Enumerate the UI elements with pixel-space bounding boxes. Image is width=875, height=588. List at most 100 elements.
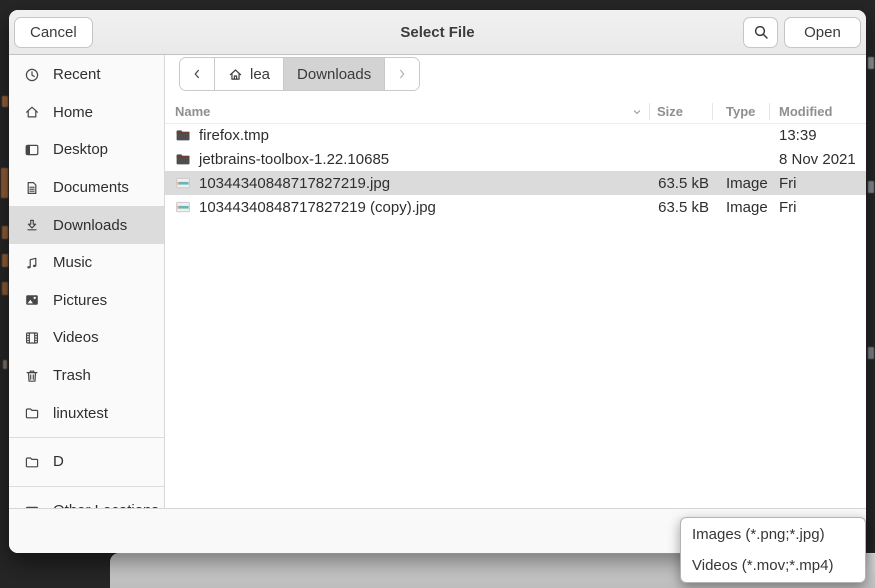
dialog-body: Recent Home Desktop Documents Downloads Music…	[9, 55, 866, 508]
file-row-jetbrains-toolbox-1-22-10685[interactable]: jetbrains-toolbox-1.22.10685 8 Nov 2021	[165, 147, 866, 171]
sidebar-item-videos[interactable]: Videos	[9, 319, 164, 357]
file-type: Image	[726, 195, 768, 219]
sidebar-item-label: Home	[53, 104, 93, 121]
back-button[interactable]	[180, 58, 215, 90]
sidebar-item-label: Recent	[53, 66, 101, 83]
videos-icon	[24, 330, 40, 346]
cancel-button[interactable]: Cancel	[14, 17, 93, 48]
sidebar-item-linuxtest[interactable]: linuxtest	[9, 394, 164, 432]
file-modified: 8 Nov 2021	[779, 147, 856, 171]
sidebar-item-desktop[interactable]: Desktop	[9, 131, 164, 169]
sidebar-item-label: D	[53, 453, 64, 470]
column-divider	[649, 103, 650, 120]
headerbar: Select File Cancel Open	[9, 10, 866, 55]
sidebar-item-trash[interactable]: Trash	[9, 357, 164, 395]
column-header-type[interactable]: Type	[726, 100, 755, 123]
downloads-icon	[24, 217, 40, 233]
sidebar-item-label: Pictures	[53, 292, 107, 309]
breadcrumb-label: lea	[250, 66, 270, 83]
backdrop-artifact	[868, 57, 874, 69]
file-modified: 13:39	[779, 123, 817, 147]
column-divider	[769, 103, 770, 120]
file-name: firefox.tmp	[199, 123, 269, 147]
file-size	[635, 147, 709, 171]
file-modified: Fri	[779, 171, 797, 195]
backdrop-artifact	[2, 254, 8, 267]
file-size	[635, 123, 709, 147]
screen: { "window": { "title": "Select File" }, …	[0, 0, 875, 587]
search-icon	[753, 24, 769, 40]
breadcrumb-segment-home[interactable]: lea	[215, 58, 284, 90]
folder-icon	[24, 405, 40, 421]
backdrop-artifact	[3, 360, 7, 369]
sidebar-item-other-locations[interactable]: Other Locations	[9, 492, 164, 508]
filter-option-images[interactable]: Images (*.png;*.jpg)	[681, 519, 865, 550]
drive-icon	[24, 502, 40, 508]
backdrop-artifact	[868, 181, 874, 193]
folder-file-icon	[175, 151, 191, 167]
sidebar-item-recent[interactable]: Recent	[9, 56, 164, 94]
folder-icon	[24, 454, 40, 470]
pictures-icon	[24, 292, 40, 308]
filter-option-videos[interactable]: Videos (*.mov;*.mp4)	[681, 550, 865, 581]
file-size: 63.5 kB	[635, 195, 709, 219]
sidebar-item-music[interactable]: Music	[9, 244, 164, 282]
folder-file-icon	[175, 127, 191, 143]
home-icon	[228, 67, 243, 82]
file-list: firefox.tmp13:39jetbrains-toolbox-1.22.1…	[165, 123, 866, 219]
image-file-icon	[175, 199, 191, 215]
breadcrumb-label: Downloads	[297, 66, 371, 83]
file-row-10344340848717827219-jpg[interactable]: 10344340848717827219.jpg 63.5 kB Image Fri	[165, 171, 866, 195]
path-bar: lea Downloads	[179, 57, 420, 91]
column-header-size[interactable]: Size	[657, 100, 683, 123]
sidebar-item-pictures[interactable]: Pictures	[9, 282, 164, 320]
sidebar-item-home[interactable]: Home	[9, 94, 164, 132]
home-icon	[24, 104, 40, 120]
file-type-filter-popup: Images (*.png;*.jpg)Videos (*.mov;*.mp4)	[680, 517, 866, 583]
music-icon	[24, 255, 40, 271]
file-pane: lea Downloads Name Size	[165, 55, 866, 508]
file-name: 10344340848717827219.jpg	[199, 171, 390, 195]
chevron-right-icon	[395, 67, 409, 81]
image-file-icon	[175, 175, 191, 191]
sidebar-item-d[interactable]: D	[9, 443, 164, 481]
sidebar-separator	[9, 486, 164, 487]
breadcrumb-segment-downloads[interactable]: Downloads	[284, 58, 385, 90]
backdrop-artifact	[868, 347, 874, 359]
sidebar-item-downloads[interactable]: Downloads	[9, 206, 164, 244]
sidebar-item-label: Trash	[53, 367, 91, 384]
column-header-name[interactable]: Name	[175, 100, 210, 123]
sidebar-item-label: Documents	[53, 179, 129, 196]
file-chooser-dialog: Select File Cancel Open Recent Home Deskto…	[9, 10, 866, 553]
backdrop-artifact	[1, 168, 8, 198]
trash-icon	[24, 368, 40, 384]
backdrop-artifact	[2, 226, 8, 239]
recent-icon	[24, 67, 40, 83]
file-row-10344340848717827219-copy-jpg[interactable]: 10344340848717827219 (copy).jpg 63.5 kB Im…	[165, 195, 866, 219]
file-modified: Fri	[779, 195, 797, 219]
open-button[interactable]: Open	[784, 17, 861, 48]
sidebar-item-label: Desktop	[53, 141, 108, 158]
file-type: Image	[726, 171, 768, 195]
sidebar-item-label: Music	[53, 254, 92, 271]
sidebar: Recent Home Desktop Documents Downloads Music…	[9, 55, 165, 508]
documents-icon	[24, 180, 40, 196]
chevron-left-icon	[190, 67, 204, 81]
sort-chevron-icon	[631, 100, 643, 123]
file-row-firefox-tmp[interactable]: firefox.tmp 13:39	[165, 123, 866, 147]
file-name: 10344340848717827219 (copy).jpg	[199, 195, 436, 219]
backdrop-artifact	[2, 96, 8, 107]
desktop-icon	[24, 142, 40, 158]
column-header-modified[interactable]: Modified	[779, 100, 832, 123]
sidebar-item-documents[interactable]: Documents	[9, 169, 164, 207]
sidebar-item-label: Other Locations	[53, 502, 159, 508]
column-divider	[712, 103, 713, 120]
file-name: jetbrains-toolbox-1.22.10685	[199, 147, 389, 171]
forward-button[interactable]	[385, 58, 419, 90]
search-button[interactable]	[743, 17, 778, 48]
sidebar-item-label: Videos	[53, 329, 99, 346]
sidebar-item-label: linuxtest	[53, 405, 108, 422]
file-size: 63.5 kB	[635, 171, 709, 195]
sidebar-item-label: Downloads	[53, 217, 127, 234]
dialog-title: Select File	[9, 24, 866, 41]
